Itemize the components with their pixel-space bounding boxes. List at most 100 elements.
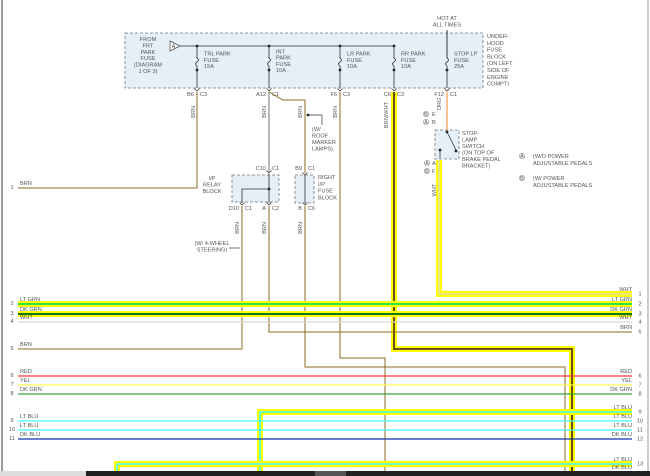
pin-label: F12: [434, 92, 444, 98]
connector-label: C3: [200, 92, 207, 98]
four-wheel-steering-note: STEERING): [197, 248, 228, 254]
fuse-label: INT: [276, 49, 286, 55]
stop-switch-label: BRACKET): [462, 164, 490, 170]
roof-marker-note: LAMPS): [312, 147, 333, 153]
roof-marker-note: MARKER: [312, 140, 336, 146]
wire-right-fuse-output[interactable]: [304, 206, 566, 476]
wire-int-branch[interactable]: [268, 91, 306, 173]
stop-switch-label: SWITCH: [462, 144, 484, 150]
splice-dot: [195, 68, 199, 72]
wire-label: ORG: [437, 98, 443, 111]
pin-label: B6: [187, 92, 194, 98]
left-circuit-number: 9: [10, 418, 13, 424]
source-label: (DIAGRAM: [134, 63, 162, 69]
source-label: 1 OF 3): [139, 69, 158, 75]
wire-label: BRN: [262, 222, 268, 234]
right-circuit-color: DK BLU: [612, 465, 632, 471]
wiring-diagram-canvas: FROMFRTPARKFUSE(DIAGRAM1 OF 3)AUNDER-HOO…: [0, 0, 650, 476]
pin-label: C10: [256, 166, 266, 172]
pin-label: F: [432, 169, 436, 175]
source-label: PARK: [141, 50, 156, 56]
stop-switch-label: STOP-: [462, 131, 479, 137]
wire-label: BRN: [262, 106, 268, 118]
fuse-label: 10A: [401, 64, 411, 70]
note-arrow: [308, 114, 323, 125]
left-circuit-color: DK GRN: [20, 307, 42, 313]
right-circuit-number: 11: [637, 428, 643, 434]
connector-icon: [444, 88, 450, 92]
wire-circuit-5-left[interactable]: [18, 206, 243, 350]
right-circuit-color: LT BLU: [614, 457, 632, 463]
fuse-block-label: UNDER-: [487, 34, 509, 40]
splice-dot: [445, 130, 449, 134]
splice-dot: [454, 149, 458, 153]
wire-label: BRN: [298, 222, 304, 234]
right-circuit-color: WHT: [619, 315, 632, 321]
left-circuit-number: 10: [9, 427, 15, 433]
right-circuit-color: WHT: [619, 287, 632, 293]
right-circuit-number: 8: [638, 392, 641, 398]
pin-label: B: [298, 206, 302, 212]
fuse-label: 10A: [347, 64, 357, 70]
horizontal-scrollbar[interactable]: [86, 471, 650, 476]
left-circuit-color: LT BLU: [20, 414, 38, 420]
connector-label: C1: [308, 166, 315, 172]
left-circuit-color: BRN: [20, 342, 32, 348]
wiring-diagram: FROM FRT PARK FUSE (DIAGRAM 1 OF 3) A UNDER- HOO…: [0, 0, 650, 476]
wire-label: BRN: [235, 222, 241, 234]
right-circuit-number: 7: [638, 383, 641, 389]
right-circuit-color: BRN: [620, 325, 632, 331]
left-circuit-color: BRN: [20, 181, 32, 187]
splice-dot: [267, 187, 271, 191]
connector-label: C1: [245, 206, 252, 212]
connector-icon: [337, 88, 343, 92]
option-mark: B: [425, 169, 429, 175]
connector-icon: [391, 88, 397, 92]
fuse-label: FUSE: [347, 58, 362, 64]
right-circuit-number: 12: [637, 437, 643, 443]
stop-switch-label: (ON TOP OF: [462, 151, 495, 157]
right-circuit-color: LT BLU: [614, 414, 632, 420]
right-circuit-number: 4: [638, 320, 641, 326]
wire-label: BRN: [333, 106, 339, 118]
fuse-label: TRL PARK: [204, 52, 231, 58]
fuse-block-label: COMPT): [487, 82, 509, 88]
underhood-fuse-block: [124, 32, 484, 89]
right-circuit-number: 9: [638, 410, 641, 416]
connector-icon: [194, 88, 200, 92]
wire-lr-park[interactable]: [339, 92, 386, 476]
splice-dot: [438, 148, 442, 152]
arrow-head-icon: [306, 113, 310, 117]
right-circuit-color: DK BLU: [612, 432, 632, 438]
wire-label: BRN: [191, 106, 197, 118]
right-circuit-color: LT BLU: [614, 405, 632, 411]
left-circuit-number: 1: [10, 185, 13, 191]
scrollbar-track-left[interactable]: [0, 471, 86, 476]
ip-relay-block: [231, 174, 280, 203]
right-circuit-color: LT GRN: [612, 297, 632, 303]
legend-text: ADJUSTABLE PEDALS: [533, 161, 593, 167]
splice-dot: [445, 68, 449, 72]
four-wheel-steering-note: (W/ 4-WHEEL: [194, 241, 229, 247]
roof-marker-note: ROOF: [312, 134, 329, 140]
left-circuit-color: DK BLU: [20, 432, 40, 438]
pin-label: C6: [384, 92, 391, 98]
left-circuit-color: LT BLU: [20, 423, 38, 429]
splice-dot: [392, 68, 396, 72]
option-mark: A: [424, 120, 428, 126]
hot-at-all-times-label: HOT AT: [437, 16, 457, 22]
left-circuit-color: WHT: [20, 315, 33, 321]
left-circuit-color: YEL: [20, 378, 31, 384]
legend-text: (W/O POWER: [533, 154, 569, 160]
left-circuit-color: LT GRN: [20, 297, 40, 303]
legend-mark: B: [520, 176, 524, 182]
left-circuit-number: 3: [10, 311, 13, 317]
right-ip-fuse-block: [294, 174, 315, 204]
scrollbar-thumb[interactable]: [315, 471, 346, 476]
option-mark: A: [425, 161, 429, 167]
wire-circuit-1-left[interactable]: [18, 92, 198, 189]
fuse-label: RR PARK: [401, 52, 426, 58]
pin-label: B9: [295, 166, 302, 172]
right-fuse-block-label: FUSE: [318, 189, 333, 195]
fuse-label: 10A: [276, 68, 286, 74]
